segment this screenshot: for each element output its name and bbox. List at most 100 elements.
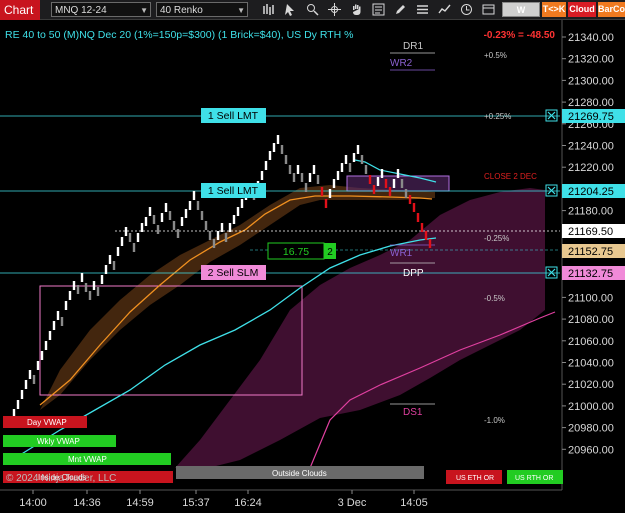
hand-icon[interactable]	[349, 2, 364, 17]
outside-clouds-label: Outside Clouds	[272, 469, 327, 478]
renko-brick	[72, 281, 76, 290]
properties-icon[interactable]	[415, 2, 430, 17]
price-tick-label: 21220.00	[568, 162, 614, 174]
renko-brick	[224, 233, 228, 242]
toolbar: Chart MNQ 12-24 ▼ 40 Renko ▼ W VWAP T<>K C…	[0, 0, 625, 30]
t-k-button[interactable]: T<>K	[542, 2, 566, 17]
sell-slm-label: 2 Sell SLM	[208, 267, 259, 279]
renko-brick	[32, 375, 36, 384]
price-tick-label: 21180.00	[568, 206, 613, 218]
renko-brick	[56, 311, 60, 320]
renko-brick	[124, 227, 128, 236]
renko-brick	[404, 189, 408, 198]
position-box[interactable]: 16.75 2	[267, 242, 336, 260]
price-tick-label: 20960.00	[568, 444, 614, 456]
renko-brick	[208, 231, 212, 240]
order-price-label-2: 21204.25	[568, 186, 614, 198]
change-readout: -0.23% = -48.50	[484, 30, 556, 41]
sell-lmt-order-2[interactable]: 1 Sell LMT	[201, 183, 266, 198]
chevron-down-icon: ▼	[140, 6, 148, 15]
renko-brick	[284, 155, 288, 164]
renko-brick	[180, 217, 184, 226]
price-tick-label: 21340.00	[568, 32, 614, 44]
mnt-vwap-tag: Mnt VWAP	[3, 453, 171, 465]
ds1-label: DS1	[403, 407, 423, 418]
renko-brick	[96, 287, 100, 296]
renko-brick	[352, 153, 356, 162]
renko-brick	[344, 155, 348, 164]
renko-brick	[40, 351, 44, 360]
renko-brick	[200, 211, 204, 220]
strategy-icon[interactable]	[459, 2, 474, 17]
sell-slm-order[interactable]: 2 Sell SLM	[201, 265, 266, 280]
price-tick-label: 21320.00	[568, 54, 614, 66]
renko-brick	[112, 261, 116, 270]
sell-lmt-order-1[interactable]: 1 Sell LMT	[201, 108, 266, 123]
renko-brick	[260, 171, 264, 180]
chart-tab[interactable]: Chart	[0, 0, 40, 20]
order-price-label-3: 21132.75	[568, 268, 613, 280]
renko-brick	[368, 175, 372, 184]
renko-brick	[264, 161, 268, 170]
renko-brick	[144, 217, 148, 226]
zoom-icon[interactable]	[305, 2, 320, 17]
renko-brick	[156, 225, 160, 234]
renko-brick	[412, 203, 416, 212]
close-box[interactable]	[346, 175, 450, 192]
renko-brick	[320, 187, 324, 196]
outside-clouds-tag: Outside Clouds	[176, 466, 424, 479]
renko-brick	[100, 275, 104, 284]
renko-brick	[336, 171, 340, 180]
position-pnl: 16.75	[283, 246, 309, 258]
time-tick-label: 14:00	[19, 497, 47, 509]
crosshair-icon[interactable]	[327, 2, 342, 17]
renko-brick	[408, 195, 412, 204]
renko-brick	[148, 207, 152, 216]
chart-panel[interactable]: RE 40 to 50 (M)NQ Dec 20 (1%=150p=$300) …	[0, 20, 625, 513]
price-tick-label: 21060.00	[568, 336, 614, 348]
us-rth-or-tag: US RTH OR	[507, 470, 563, 484]
pencil-icon[interactable]	[393, 2, 408, 17]
renko-brick	[160, 213, 164, 222]
renko-brick	[68, 291, 72, 300]
renko-brick	[420, 223, 424, 232]
pct-plus-05: +0.5%	[484, 51, 507, 60]
renko-brick	[188, 201, 192, 210]
renko-brick	[280, 145, 284, 154]
renko-brick	[196, 201, 200, 210]
instrument-value: MNQ 12-24	[55, 5, 107, 16]
indicator-icon[interactable]	[437, 2, 452, 17]
barco-button[interactable]: BarCo	[598, 2, 625, 17]
entry-price-label: 21152.75	[568, 246, 613, 258]
instrument-selector[interactable]: MNQ 12-24 ▼	[51, 2, 151, 17]
template-icon[interactable]	[481, 2, 496, 17]
renko-brick	[216, 231, 220, 240]
chevron-down-icon: ▼	[237, 6, 245, 15]
renko-brick	[132, 243, 136, 252]
renko-brick	[424, 231, 428, 240]
renko-brick	[300, 173, 304, 182]
renko-brick	[128, 233, 132, 242]
time-tick-label: 16:24	[234, 497, 262, 509]
wvwap-button[interactable]: W VWAP	[502, 2, 540, 30]
renko-brick	[92, 281, 96, 290]
bar-type-selector[interactable]: 40 Renko ▼	[156, 2, 248, 17]
pct-minus-10: -1.0%	[484, 416, 505, 425]
renko-brick	[272, 143, 276, 152]
dr1-label: DR1	[403, 41, 423, 52]
renko-brick	[364, 165, 368, 174]
bars-icon[interactable]	[261, 2, 276, 17]
pointer-icon[interactable]	[283, 2, 298, 17]
pct-minus-025: -0.25%	[484, 234, 509, 243]
renko-brick	[292, 173, 296, 182]
renko-brick	[360, 155, 364, 164]
day-vwap-label: Day VWAP	[27, 418, 67, 427]
renko-brick	[164, 203, 168, 212]
renko-brick	[24, 380, 28, 389]
cloud-button[interactable]: Cloud	[568, 2, 596, 17]
time-tick-label: 3 Dec	[338, 497, 367, 509]
close-label: CLOSE 2 DEC	[484, 172, 537, 181]
data-box-icon[interactable]	[371, 2, 386, 17]
renko-brick	[348, 163, 352, 172]
renko-brick	[328, 189, 332, 198]
